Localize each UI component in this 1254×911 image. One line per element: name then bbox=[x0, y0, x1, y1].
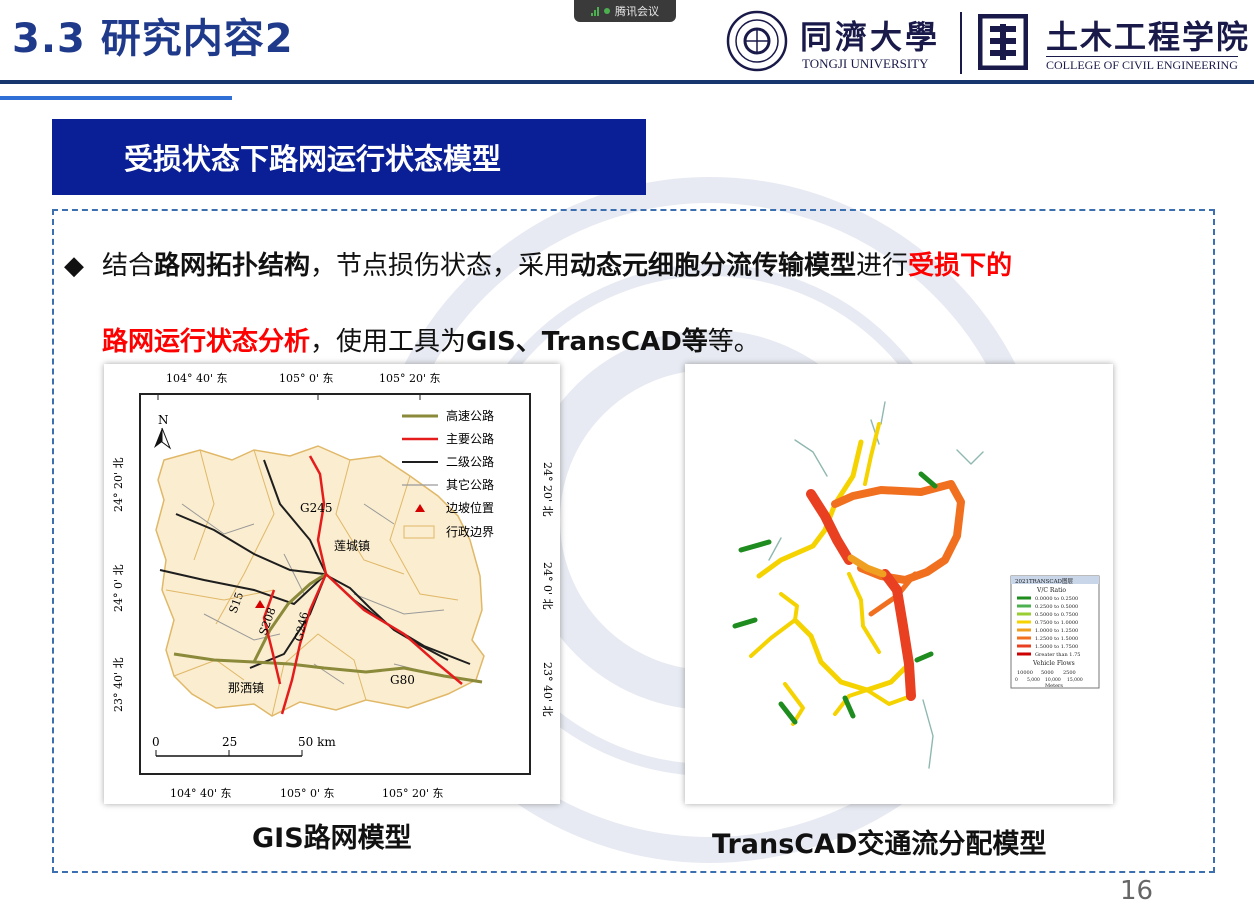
text-segment: 进行 bbox=[856, 251, 909, 281]
legend-label-expressway: 高速公路 bbox=[446, 408, 494, 423]
bottom-tick-label: 104° 40' 东 bbox=[170, 787, 232, 800]
vc-ratio-legend: 2021TRANSCAD图层 V/C Ratio 0.0000 to 0.250… bbox=[1010, 575, 1100, 689]
bottom-tick-label: 105° 0' 东 bbox=[280, 787, 335, 800]
north-label: N bbox=[158, 413, 169, 427]
place-label-g80: G80 bbox=[390, 673, 415, 687]
left-tick-label: 24° 0' 北 bbox=[112, 564, 125, 612]
red-text-damaged: 受损下的 bbox=[908, 251, 1013, 281]
place-label-liancheng: 莲城镇 bbox=[334, 539, 370, 553]
scale-unit: Meters bbox=[1045, 683, 1063, 689]
legend-item-label: 0.5000 to 0.7500 bbox=[1035, 612, 1078, 618]
paragraph-line-1: ◆ 结合路网拓扑结构，节点损伤状态，采用动态元细胞分流传输模型进行受损下的 bbox=[64, 228, 1204, 304]
transcad-assignment-figure: 2021TRANSCAD图层 V/C Ratio 0.0000 to 0.250… bbox=[685, 364, 1113, 804]
header-divider bbox=[0, 80, 1254, 84]
place-label-najiu: 那洒镇 bbox=[228, 681, 264, 695]
flow-value: 10000 bbox=[1017, 670, 1033, 676]
flow-network bbox=[732, 401, 984, 769]
status-dot-icon bbox=[604, 8, 610, 14]
text-segment: ，使用工具为 bbox=[310, 327, 467, 357]
red-text-analysis: 路网运行状态分析 bbox=[102, 327, 311, 357]
logo-divider bbox=[960, 12, 962, 74]
bottom-tick-label: 105° 20' 东 bbox=[382, 787, 444, 800]
legend-item-label: 1.2500 to 1.5000 bbox=[1035, 636, 1078, 642]
transcad-map-svg: 2021TRANSCAD图层 V/C Ratio 0.0000 to 0.250… bbox=[732, 401, 1100, 769]
bold-text-topology: 路网拓扑结构 bbox=[154, 251, 311, 281]
legend-vc-label: V/C Ratio bbox=[1036, 587, 1066, 594]
scale-value: 0 bbox=[1015, 677, 1018, 683]
right-tick-label: 23° 40' 北 bbox=[541, 662, 554, 717]
legend-label-slope: 边坡位置 bbox=[446, 500, 494, 515]
bold-text-model: 动态元细胞分流传输模型 bbox=[570, 251, 857, 281]
scale-label: 50 km bbox=[298, 735, 336, 749]
college-name-cn: 土木工程学院 bbox=[1046, 18, 1251, 56]
text-segment: 等。 bbox=[707, 327, 760, 357]
tongji-name-cn: 同濟大學 bbox=[800, 18, 941, 56]
legend-item-label: 0.0000 to 0.2500 bbox=[1035, 596, 1078, 602]
text-segment: ，节点损伤状态，采用 bbox=[310, 251, 571, 281]
left-tick-label: 23° 40' 北 bbox=[112, 657, 125, 712]
legend-item-label: 0.7500 to 1.0000 bbox=[1035, 620, 1078, 626]
legend-label-secondary-road: 二级公路 bbox=[446, 454, 494, 469]
legend-item-label: 0.2500 to 0.5000 bbox=[1035, 604, 1078, 610]
college-name-en: COLLEGE OF CIVIL ENGINEERING bbox=[1046, 56, 1238, 72]
gis-road-network-figure: 104° 40' 东 105° 0' 东 105° 20' 东 104° 40'… bbox=[104, 364, 560, 804]
bullet-diamond-icon: ◆ bbox=[64, 251, 84, 281]
right-tick-label: 24° 20' 北 bbox=[541, 462, 554, 517]
section-title: 受损状态下路网运行状态模型 bbox=[124, 142, 502, 176]
tongji-seal-icon bbox=[726, 10, 788, 72]
meeting-indicator[interactable]: 腾讯会议 bbox=[574, 0, 676, 22]
top-tick-label: 104° 40' 东 bbox=[166, 372, 228, 385]
legend-label-other-road: 其它公路 bbox=[446, 477, 494, 492]
slide-title: 3.3 研究内容2 bbox=[12, 16, 294, 62]
header-accent-line bbox=[0, 96, 232, 100]
top-tick-label: 105° 20' 东 bbox=[379, 372, 441, 385]
logo-area: 同濟大學 TONGJI UNIVERSITY 土木工程学院 COLLEGE OF… bbox=[722, 6, 1252, 76]
legend-item-label: 1.5000 to 1.7500 bbox=[1035, 644, 1078, 650]
legend-label-boundary: 行政边界 bbox=[446, 525, 494, 539]
meeting-app-label: 腾讯会议 bbox=[615, 5, 659, 18]
left-tick-label: 24° 20' 北 bbox=[112, 457, 125, 512]
tongji-name-en: TONGJI UNIVERSITY bbox=[802, 56, 929, 71]
legend-title: 2021TRANSCAD图层 bbox=[1015, 577, 1073, 585]
top-tick-label: 105° 0' 东 bbox=[279, 372, 334, 385]
legend-item-label: Greater than 1.75 bbox=[1035, 652, 1080, 658]
gis-map-svg: 104° 40' 东 105° 0' 东 105° 20' 东 104° 40'… bbox=[112, 372, 554, 800]
civil-college-logo-icon bbox=[978, 14, 1028, 70]
page-number: 16 bbox=[1120, 876, 1154, 906]
flow-value: 5000 bbox=[1041, 670, 1054, 676]
section-banner: 受损状态下路网运行状态模型 bbox=[52, 119, 646, 195]
flow-value: 2500 bbox=[1063, 670, 1076, 676]
caption-transcad-model: TransCAD交通流分配模型 bbox=[712, 829, 1047, 860]
scale-label: 25 bbox=[222, 735, 237, 749]
caption-gis-model: GIS路网模型 bbox=[252, 823, 412, 854]
legend-item-label: 1.0000 to 1.2500 bbox=[1035, 628, 1078, 634]
bold-text-tools: GIS、TransCAD等 bbox=[466, 327, 708, 357]
right-tick-label: 24° 0' 北 bbox=[541, 562, 554, 610]
signal-icon bbox=[591, 6, 599, 16]
bullet-paragraph: ◆ 结合路网拓扑结构，节点损伤状态，采用动态元细胞分流传输模型进行受损下的 路网运… bbox=[64, 228, 1204, 380]
legend-label-major-road: 主要公路 bbox=[446, 431, 494, 446]
scale-label: 0 bbox=[152, 735, 160, 749]
place-label-g245: G245 bbox=[300, 501, 333, 515]
scale-value: 5,000 bbox=[1027, 677, 1040, 683]
scale-value: 15,000 bbox=[1067, 677, 1083, 683]
legend-flow-label: Vehicle Flows bbox=[1032, 660, 1075, 667]
text-segment: 结合 bbox=[102, 251, 155, 281]
